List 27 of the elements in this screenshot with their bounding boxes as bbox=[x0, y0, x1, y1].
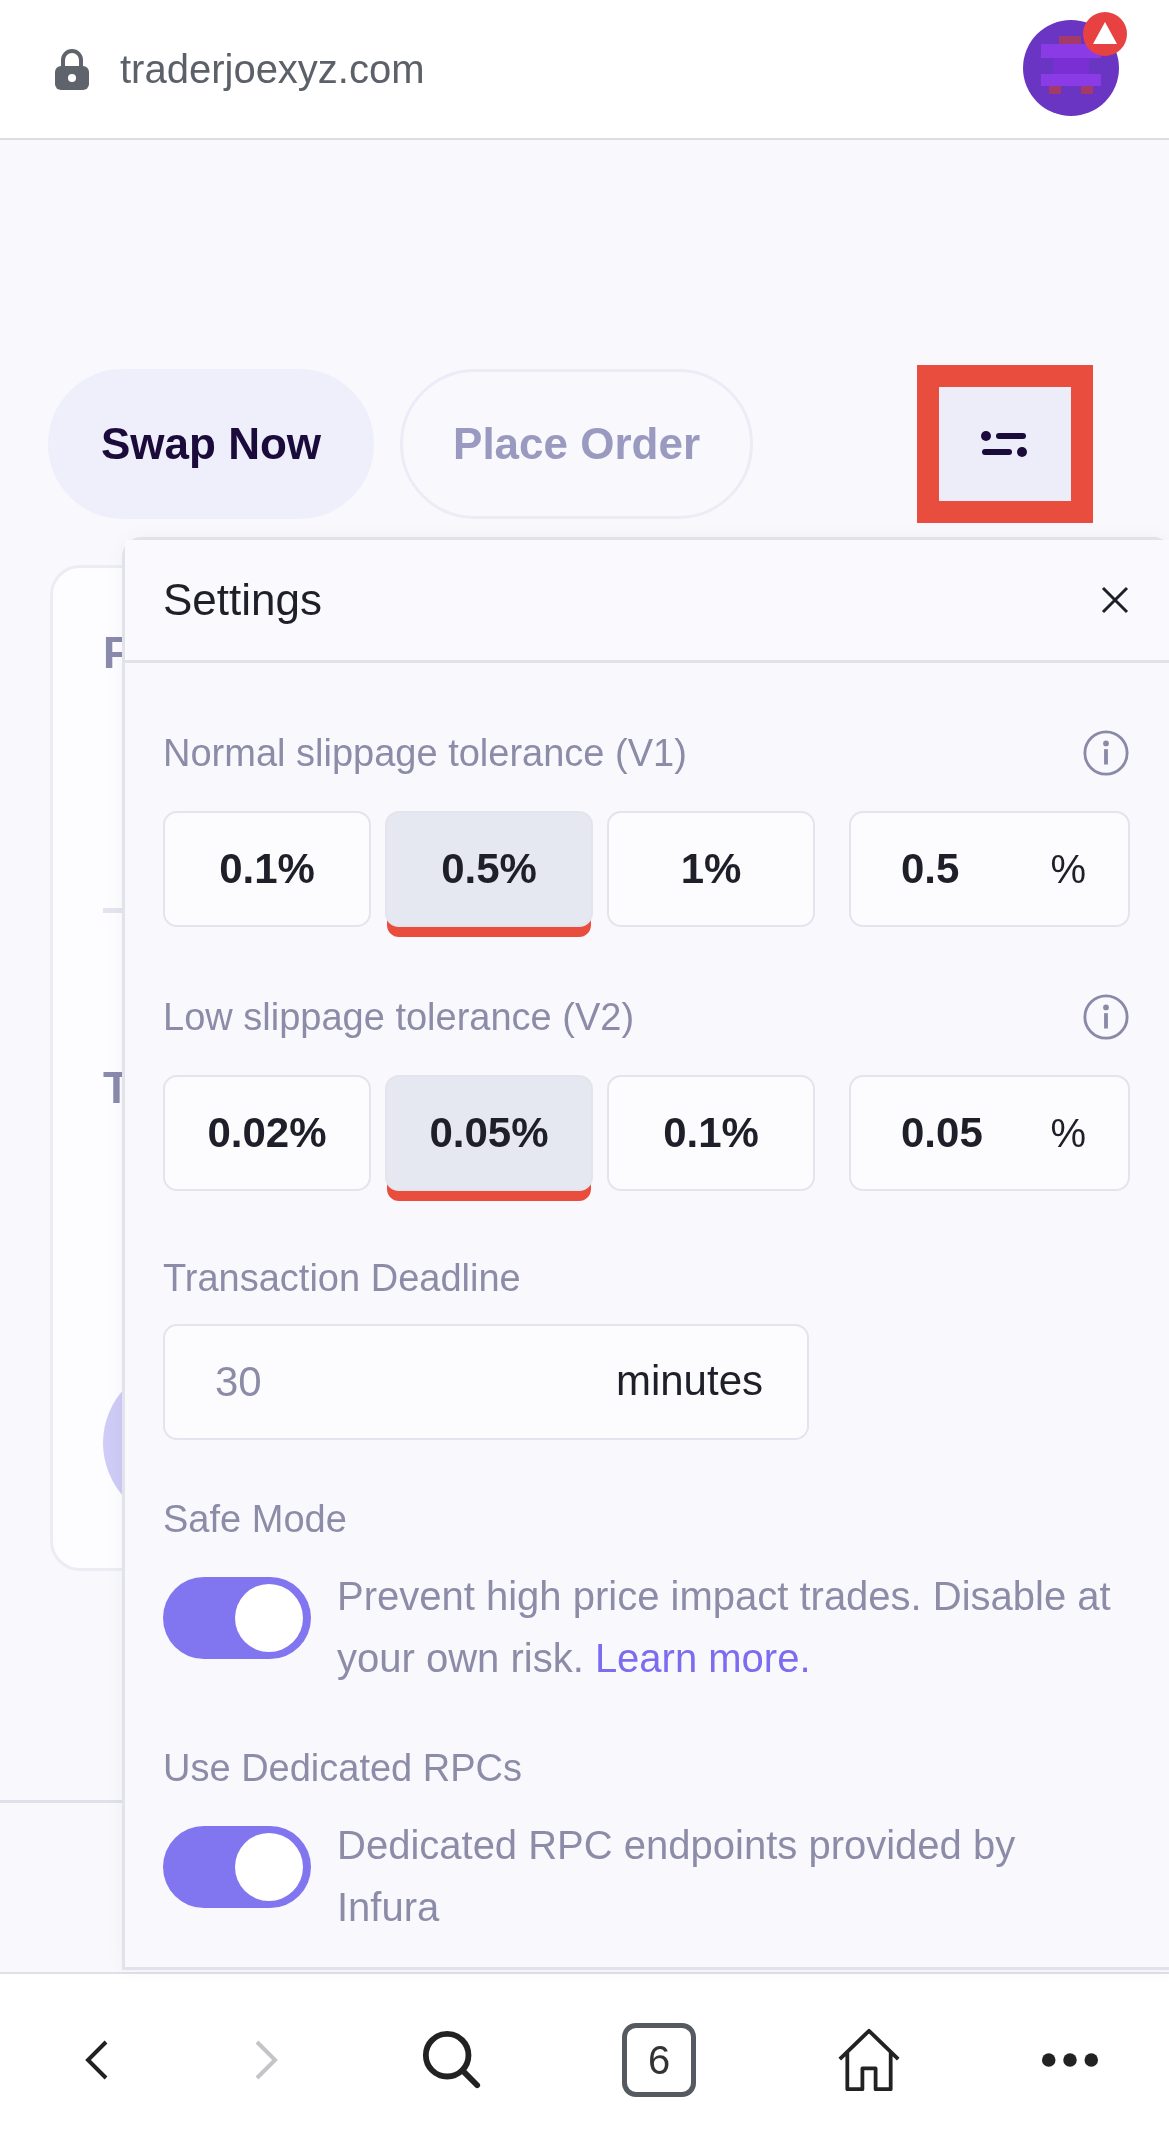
learn-more-link[interactable]: Learn more. bbox=[594, 1636, 811, 1680]
section-label: Use Dedicated RPCs bbox=[163, 1747, 523, 1789]
info-icon[interactable] bbox=[1082, 993, 1130, 1041]
lock-icon bbox=[52, 47, 92, 91]
more-icon[interactable] bbox=[1040, 2052, 1099, 2068]
search-icon[interactable] bbox=[420, 2029, 483, 2091]
unit-text: minutes bbox=[615, 1357, 763, 1405]
description-text: Dedicated RPC endpoints provided by Infura bbox=[337, 1822, 1017, 1931]
option-button[interactable]: 0.1% bbox=[163, 811, 371, 927]
close-icon[interactable] bbox=[1100, 585, 1130, 615]
info-icon[interactable] bbox=[1082, 729, 1130, 777]
option-button[interactable]: 0.1% bbox=[607, 1075, 815, 1191]
section-label: Low slippage tolerance (V2) bbox=[163, 995, 635, 1039]
section-label: Safe Mode bbox=[163, 1498, 347, 1540]
description-text: Prevent high price impact trades. Disable at your own risk. Learn more. bbox=[337, 1573, 1112, 1682]
section-label: Transaction Deadline bbox=[163, 1257, 522, 1300]
popover-title: Settings bbox=[163, 575, 322, 625]
url-text[interactable]: traderjoexyz.com bbox=[120, 46, 1019, 92]
settings-button[interactable] bbox=[917, 365, 1093, 523]
sliders-icon bbox=[980, 429, 1030, 459]
option-button[interactable]: 1% bbox=[607, 811, 815, 927]
section-label: Normal slippage tolerance (V1) bbox=[163, 731, 687, 775]
tabs-button[interactable]: 6 bbox=[622, 2023, 697, 2097]
tab[interactable]: Swap Now bbox=[48, 369, 375, 519]
option-button[interactable]: 0.02% bbox=[163, 1075, 371, 1191]
unit-text: % bbox=[1050, 847, 1086, 892]
unit-text: % bbox=[1050, 1111, 1086, 1156]
